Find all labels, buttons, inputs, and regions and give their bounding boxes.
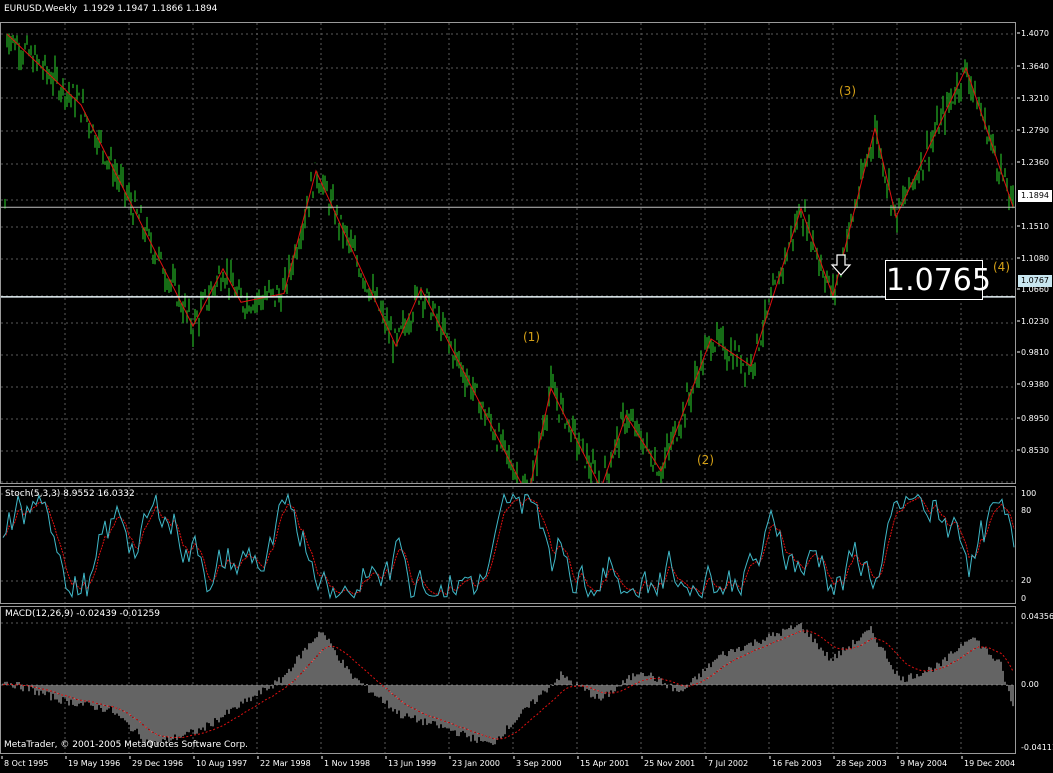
stoch-tick: 80 — [1021, 506, 1031, 515]
price-tick: 0.8530 — [1021, 446, 1049, 455]
stochastic-label: Stoch(5,3,3) 8.9552 16.0332 — [5, 489, 135, 499]
macd-tick: 0.04356 — [1021, 612, 1053, 621]
macd-pane[interactable]: MACD(12,26,9) -0.02439 -0.01259 — [0, 606, 1016, 754]
ohlc-values: 1.1929 1.1947 1.1866 1.1894 — [82, 4, 218, 14]
price-tick: 0.9380 — [1021, 380, 1049, 389]
grid — [1, 23, 1015, 483]
macd-chart[interactable] — [1, 607, 1016, 754]
price-tick: 1.4070 — [1021, 29, 1049, 38]
price-chart-pane[interactable]: (1) (2) (3) (4) — [0, 22, 1016, 484]
symbol-label: EURUSD,Weekly — [4, 4, 78, 14]
stochastic-pane[interactable]: Stoch(5,3,3) 8.9552 16.0332 — [0, 486, 1016, 604]
macd-tick: 0.00 — [1021, 680, 1039, 689]
price-tick: 1.2790 — [1021, 126, 1049, 135]
wave-label-3: (3) — [839, 84, 856, 98]
wave-label-2: (2) — [697, 453, 714, 467]
price-tick: 1.2360 — [1021, 158, 1049, 167]
stoch-tick: 0 — [1021, 594, 1026, 603]
price-axis: 1.4070 1.3640 1.3210 1.2790 1.2360 1.1510 1.10… — [1017, 0, 1053, 767]
price-tick: 0.8950 — [1021, 414, 1049, 423]
wave-label-1: (1) — [523, 330, 540, 344]
stoch-tick: 20 — [1021, 576, 1031, 585]
price-tick: 1.0230 — [1021, 317, 1049, 326]
price-tick: 1.3640 — [1021, 62, 1049, 71]
macd-tick: -0.04111 — [1021, 743, 1053, 752]
macd-label: MACD(12,26,9) -0.02439 -0.01259 — [5, 609, 161, 619]
macd-histogram — [2, 623, 1014, 749]
current-price-tag: 1.1894 — [1018, 190, 1052, 202]
stochastic-chart[interactable] — [1, 487, 1016, 604]
copyright-text: MetaTrader, © 2001-2005 MetaQuotes Softw… — [4, 740, 249, 750]
stoch-tick: 100 — [1021, 489, 1036, 498]
price-tick: 0.9810 — [1021, 348, 1049, 357]
level-price-tag: 1.0767 — [1018, 275, 1052, 287]
wave-label-4: (4) — [993, 260, 1010, 274]
chart-header: EURUSD,Weekly 1.1929 1.1947 1.1866 1.189… — [4, 4, 217, 14]
price-tick: 1.1510 — [1021, 222, 1049, 231]
price-tick: 1.3210 — [1021, 94, 1049, 103]
level-price-label: 1.0765 — [885, 260, 991, 300]
stoch-signal-line — [2, 497, 1015, 596]
time-axis: 8 Oct 1995 19 May 1996 29 Dec 1996 10 Aug 1… — [0, 754, 1053, 768]
down-arrow-icon — [830, 254, 852, 276]
price-chart[interactable] — [1, 23, 1016, 484]
price-tick: 1.1080 — [1021, 254, 1049, 263]
